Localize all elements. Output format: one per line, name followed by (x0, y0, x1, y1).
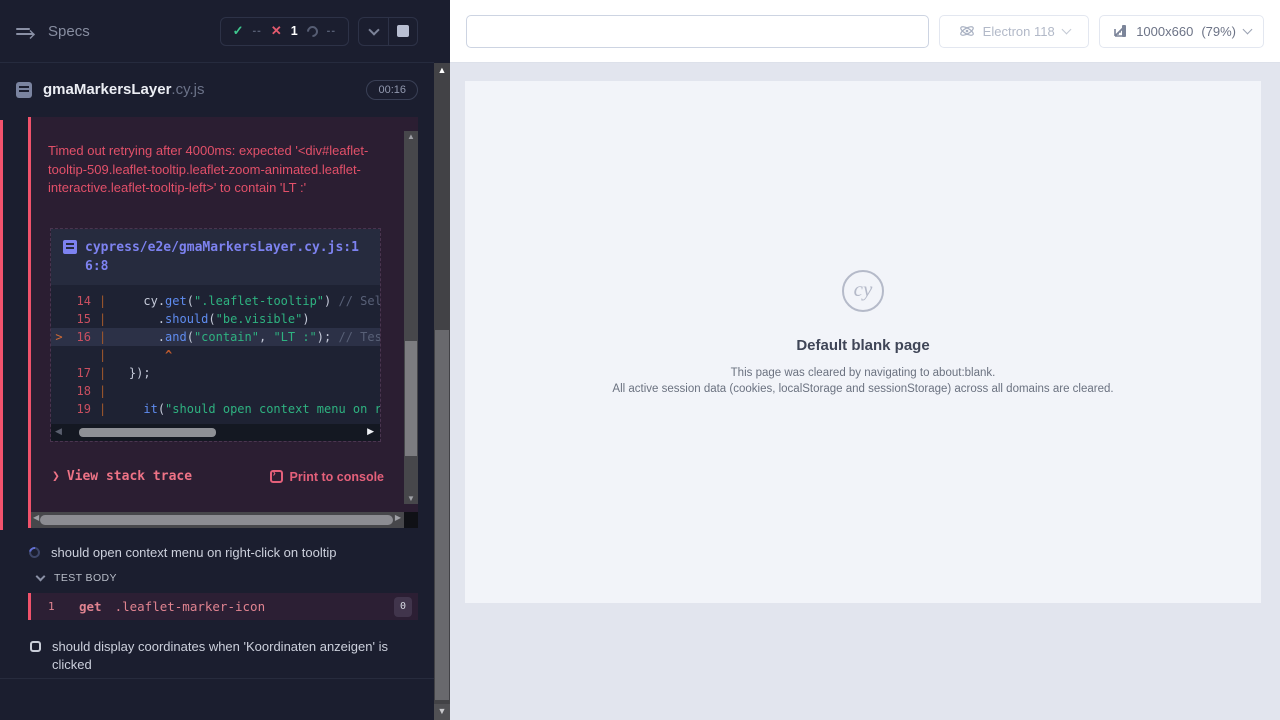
reporter-panel: Specs ✓ -- ✕ 1 -- gmaMarkersLayer.cy.js … (0, 0, 434, 720)
aut-viewport: cy Default blank page This page was clea… (465, 81, 1261, 603)
error-vscroll-thumb[interactable] (405, 341, 417, 456)
reporter-scrollbar-thumb[interactable] (435, 330, 449, 700)
test-body-label: TEST BODY (54, 572, 117, 584)
chevron-down-icon (1243, 25, 1253, 35)
pending-count: -- (327, 25, 336, 37)
view-stack-trace-link[interactable]: ❯ View stack trace (52, 469, 192, 484)
url-input[interactable] (466, 15, 929, 48)
passed-check-icon: ✓ (233, 23, 244, 39)
code-horizontal-scrollbar[interactable]: ◀ ▶ (51, 424, 380, 441)
console-icon (270, 470, 283, 483)
cypress-runner-app: Specs ✓ -- ✕ 1 -- gmaMarkersLayer.cy.js … (0, 0, 1280, 720)
divider (0, 678, 434, 679)
runner-panel: Electron 118 1000x660 (79%) cy Default b… (450, 0, 1280, 720)
chevron-down-icon (368, 24, 379, 35)
error-vertical-scrollbar[interactable]: ▲ ▼ (404, 131, 418, 504)
error-horizontal-scrollbar[interactable]: ◀ ▶ (31, 512, 404, 528)
reporter-scrollbar[interactable]: ▲ ▼ (434, 63, 450, 720)
spec-name: gmaMarkersLayer.cy.js (43, 81, 204, 98)
test-body-section-header[interactable]: TEST BODY (0, 572, 434, 584)
code-frame-file-path: cypress/e2e/gmaMarkersLayer.cy.js:16:8 (85, 238, 368, 276)
command-count-badge: 0 (394, 597, 412, 617)
browser-select-button[interactable]: Electron 118 (939, 15, 1089, 48)
code-frame: cypress/e2e/gmaMarkersLayer.cy.js:16:8 1… (50, 228, 381, 442)
viewport-zoom-label: (79%) (1201, 24, 1236, 39)
error-message: Timed out retrying after 4000ms: expecte… (48, 142, 383, 198)
scroll-right-icon[interactable]: ▶ (395, 513, 401, 522)
viewport-size-button[interactable]: 1000x660 (79%) (1099, 15, 1264, 48)
blank-page-content: cy Default blank page This page was clea… (612, 270, 1113, 397)
code-line: 17| }); (51, 364, 380, 382)
error-actions: ❯ View stack trace Print to console (52, 469, 384, 484)
spec-duration-badge: 00:16 (366, 80, 418, 100)
test-title: should open context menu on right-click … (51, 544, 336, 562)
scroll-down-icon[interactable]: ▼ (434, 704, 450, 720)
reporter-header: Specs ✓ -- ✕ 1 -- (0, 0, 434, 63)
code-line: 18| (51, 382, 380, 400)
code-line: 14| cy.get(".leaflet-tooltip") // Sele (51, 292, 380, 310)
collapse-all-button[interactable] (359, 18, 388, 45)
print-console-label: Print to console (290, 470, 384, 484)
scroll-right-icon[interactable]: ▶ (367, 426, 374, 437)
run-controls (358, 17, 418, 46)
code-line: | ^ (51, 346, 380, 364)
failed-x-icon: ✕ (271, 23, 282, 39)
code-frame-snippet: 14| cy.get(".leaflet-tooltip") // Sele15… (51, 285, 380, 424)
browser-label: Electron 118 (983, 24, 1055, 39)
command-number: 1 (48, 600, 72, 613)
chevron-right-icon: ❯ (52, 469, 60, 484)
specs-label: Specs (48, 23, 90, 40)
spec-file-icon (16, 82, 32, 98)
scroll-left-icon[interactable]: ◀ (33, 513, 39, 522)
stack-trace-label: View stack trace (67, 469, 192, 484)
passed-count: -- (252, 25, 261, 37)
test-item-pending[interactable]: should display coordinates when 'Koordin… (0, 638, 434, 674)
code-line: >16| .and("contain", "LT :"); // Test (51, 328, 380, 346)
scroll-left-icon[interactable]: ◀ (55, 426, 62, 437)
pending-circle-icon (304, 23, 320, 39)
specs-menu-icon[interactable] (16, 22, 38, 40)
test-title: should display coordinates when 'Koordin… (52, 638, 397, 674)
test-item-running[interactable]: should open context menu on right-click … (0, 544, 434, 562)
command-message: .leaflet-marker-icon (115, 599, 394, 614)
error-hscroll-thumb[interactable] (40, 515, 393, 525)
spec-name-base: gmaMarkersLayer (43, 81, 171, 98)
code-line: 15| .should("be.visible") (51, 310, 380, 328)
pending-box-icon (30, 641, 41, 652)
chevron-down-icon (1061, 25, 1071, 35)
print-to-console-button[interactable]: Print to console (270, 470, 384, 484)
code-hscroll-thumb[interactable] (79, 428, 216, 437)
code-frame-file-link[interactable]: cypress/e2e/gmaMarkersLayer.cy.js:16:8 (51, 229, 380, 285)
failed-attempt-edge (0, 120, 3, 530)
test-stats: ✓ -- ✕ 1 -- (220, 17, 349, 46)
chevron-down-icon (36, 572, 46, 582)
spec-row: gmaMarkersLayer.cy.js 00:16 (0, 64, 434, 115)
stop-run-button[interactable] (388, 18, 417, 45)
command-method: get (79, 599, 102, 614)
scroll-up-icon[interactable]: ▲ (434, 65, 450, 75)
runner-header: Electron 118 1000x660 (79%) (450, 0, 1280, 63)
blank-page-line2: All active session data (cookies, localS… (612, 381, 1113, 397)
blank-page-line1: This page was cleared by navigating to a… (612, 365, 1113, 381)
test-error-panel: Timed out retrying after 4000ms: expecte… (28, 117, 418, 528)
document-icon (63, 240, 77, 254)
stop-icon (397, 25, 409, 37)
scroll-down-icon[interactable]: ▼ (404, 494, 418, 503)
scrollbar-corner (404, 512, 418, 528)
viewport-size-label: 1000x660 (1136, 24, 1193, 39)
blank-page-title: Default blank page (612, 337, 1113, 354)
spec-name-ext: .cy.js (171, 81, 204, 98)
command-row[interactable]: 1 get .leaflet-marker-icon 0 (28, 593, 418, 620)
electron-icon (959, 23, 975, 39)
failed-count: 1 (291, 24, 298, 38)
cypress-logo: cy (842, 270, 884, 312)
scroll-up-icon[interactable]: ▲ (404, 132, 418, 141)
code-line: 19| it("should open context menu on righ (51, 400, 380, 418)
ruler-icon (1112, 23, 1128, 39)
running-spinner-icon (27, 545, 42, 560)
